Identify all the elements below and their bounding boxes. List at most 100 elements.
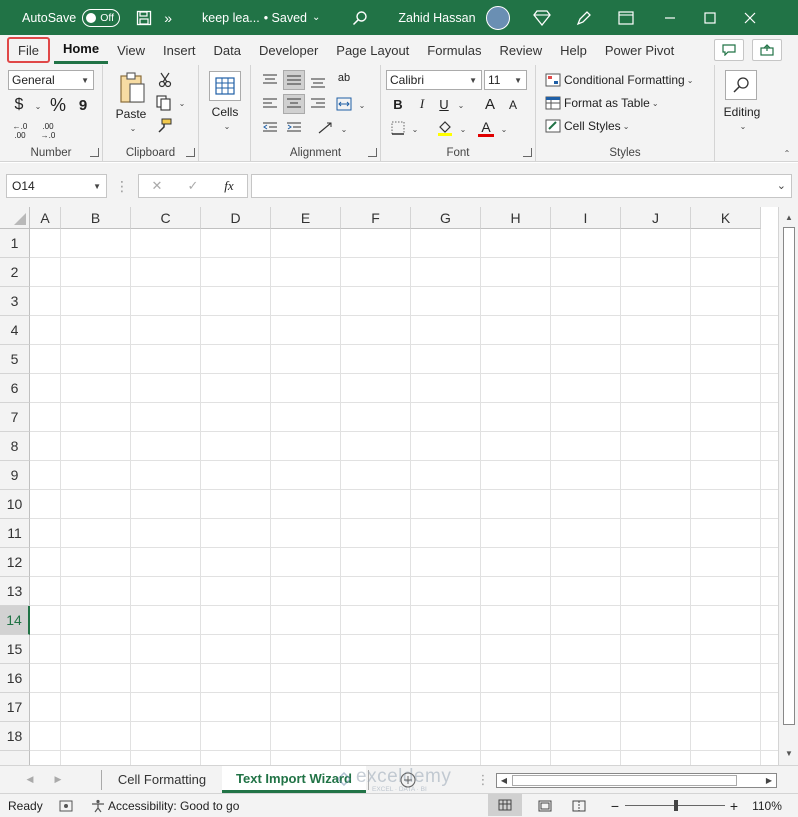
scroll-thumb[interactable] — [512, 775, 737, 786]
cells-label[interactable]: Cells — [203, 104, 247, 120]
column-header-d[interactable]: D — [201, 207, 271, 229]
row-header-17[interactable]: 17 — [0, 693, 30, 722]
tab-view[interactable]: View — [108, 35, 154, 65]
row-header-partial[interactable] — [0, 751, 30, 765]
align-right-icon[interactable] — [309, 95, 327, 113]
insert-function-button[interactable]: fx — [219, 177, 239, 195]
diamond-icon[interactable] — [528, 4, 556, 32]
bold-button[interactable]: B — [389, 95, 407, 113]
cells-icon[interactable] — [209, 71, 241, 101]
tab-help[interactable]: Help — [551, 35, 596, 65]
row-header-7[interactable]: 7 — [0, 403, 30, 432]
tab-formulas[interactable]: Formulas — [418, 35, 490, 65]
align-center-icon[interactable] — [283, 94, 305, 114]
tab-data[interactable]: Data — [205, 35, 250, 65]
share-button[interactable] — [752, 39, 782, 61]
tab-review[interactable]: Review — [490, 35, 551, 65]
column-header-i[interactable]: I — [551, 207, 621, 229]
row-header-3[interactable]: 3 — [0, 287, 30, 316]
normal-view-icon[interactable] — [488, 794, 522, 816]
format-painter-icon[interactable] — [154, 117, 174, 135]
chevron-down-icon[interactable]: ⌄ — [458, 123, 468, 135]
vertical-scrollbar[interactable]: ▲ ▼ — [778, 207, 798, 765]
column-header-j[interactable]: J — [621, 207, 691, 229]
align-top-icon[interactable] — [261, 71, 279, 89]
column-header-c[interactable]: C — [131, 207, 201, 229]
increase-indent-icon[interactable] — [285, 119, 303, 137]
scroll-up-icon[interactable]: ▲ — [783, 211, 795, 223]
page-break-view-icon[interactable] — [570, 797, 588, 815]
orientation-angle-icon[interactable] — [315, 119, 337, 137]
more-commands-icon[interactable]: » — [164, 10, 172, 26]
copy-icon[interactable] — [154, 94, 174, 112]
horizontal-scrollbar[interactable]: ◀ ▶ — [496, 773, 777, 788]
conditional-formatting-button[interactable]: Conditional Formatting ⌄ — [545, 70, 705, 90]
column-header-f[interactable]: F — [341, 207, 411, 229]
merge-center-icon[interactable] — [335, 95, 353, 113]
font-name-dropdown[interactable]: Calibri ▼ — [386, 70, 482, 90]
row-header-16[interactable]: 16 — [0, 664, 30, 693]
chevron-down-icon[interactable]: ⌄ — [177, 97, 187, 109]
avatar[interactable] — [485, 5, 510, 30]
scroll-left-icon[interactable]: ◀ — [498, 774, 510, 787]
formula-input[interactable]: ⌄ — [251, 174, 792, 198]
sheet-tab-cell-formatting[interactable]: Cell Formatting — [104, 766, 220, 793]
scroll-down-icon[interactable]: ▼ — [783, 747, 795, 759]
underline-button[interactable]: U — [435, 95, 453, 113]
next-sheet-icon[interactable]: ▶ — [52, 772, 64, 786]
chevron-down-icon[interactable]: ⌄ — [737, 120, 749, 132]
number-format-dropdown[interactable]: General ▼ — [8, 70, 94, 90]
paste-label[interactable]: Paste — [113, 106, 149, 122]
autosave-toggle[interactable]: Off — [82, 8, 121, 27]
prev-sheet-icon[interactable]: ◀ — [24, 772, 36, 786]
column-header-h[interactable]: H — [481, 207, 551, 229]
collapse-ribbon-icon[interactable]: ⌃ — [780, 147, 794, 159]
chevron-down-icon[interactable]: ▼ — [93, 182, 101, 191]
format-as-table-button[interactable]: Format as Table ⌄ — [545, 93, 685, 113]
chevron-down-icon[interactable]: ⌄ — [456, 99, 466, 111]
chevron-down-icon[interactable]: ⌄ — [410, 123, 420, 135]
document-title[interactable]: keep lea... — [202, 11, 260, 25]
comma-style-button[interactable]: 9 — [76, 95, 90, 115]
cut-icon[interactable] — [156, 71, 174, 89]
currency-button[interactable]: $ — [11, 95, 27, 115]
name-box[interactable]: O14 ▼ — [6, 174, 107, 198]
user-name[interactable]: Zahid Hassan — [398, 11, 475, 25]
decrease-decimal-button[interactable]: .00 →.0 — [35, 120, 61, 142]
tab-file[interactable]: File — [7, 37, 50, 63]
row-header-10[interactable]: 10 — [0, 490, 30, 519]
maximize-button[interactable] — [690, 0, 730, 35]
dialog-launcher-icon[interactable] — [368, 148, 377, 157]
tab-developer[interactable]: Developer — [250, 35, 327, 65]
decrease-indent-icon[interactable] — [261, 119, 279, 137]
close-button[interactable] — [730, 0, 770, 35]
macro-record-icon[interactable] — [58, 797, 74, 815]
column-header-g[interactable]: G — [411, 207, 481, 229]
ribbon-display-icon[interactable] — [612, 4, 640, 32]
row-header-8[interactable]: 8 — [0, 432, 30, 461]
editing-label[interactable]: Editing — [717, 104, 767, 120]
percent-button[interactable]: % — [48, 94, 68, 116]
italic-button[interactable]: I — [413, 95, 431, 113]
row-header-1[interactable]: 1 — [0, 229, 30, 258]
font-color-button[interactable]: A — [476, 117, 496, 139]
chevron-down-icon[interactable]: ⌄ — [499, 123, 509, 135]
save-icon[interactable] — [130, 4, 158, 32]
saved-status[interactable]: • Saved — [264, 11, 307, 25]
column-header-b[interactable]: B — [61, 207, 131, 229]
worksheet-grid[interactable]: ▲ ▼ A B C D E F G H I J K 1 2 3 4 5 6 7 8 9 10 11 12 13 14 15 16 17… — [0, 207, 798, 765]
align-middle-icon[interactable] — [283, 70, 305, 90]
page-layout-view-icon[interactable] — [536, 797, 554, 815]
zoom-slider-thumb[interactable] — [674, 800, 678, 811]
align-bottom-icon[interactable] — [309, 73, 327, 91]
increase-font-button[interactable]: A — [481, 95, 499, 113]
row-header-15[interactable]: 15 — [0, 635, 30, 664]
row-header-18[interactable]: 18 — [0, 722, 30, 751]
comments-button[interactable] — [714, 39, 744, 61]
paste-icon[interactable] — [117, 71, 147, 105]
row-header-4[interactable]: 4 — [0, 316, 30, 345]
add-sheet-icon[interactable] — [399, 771, 417, 789]
row-header-11[interactable]: 11 — [0, 519, 30, 548]
tab-power-pivot[interactable]: Power Pivot — [596, 35, 683, 65]
cell-styles-button[interactable]: Cell Styles ⌄ — [545, 116, 665, 136]
